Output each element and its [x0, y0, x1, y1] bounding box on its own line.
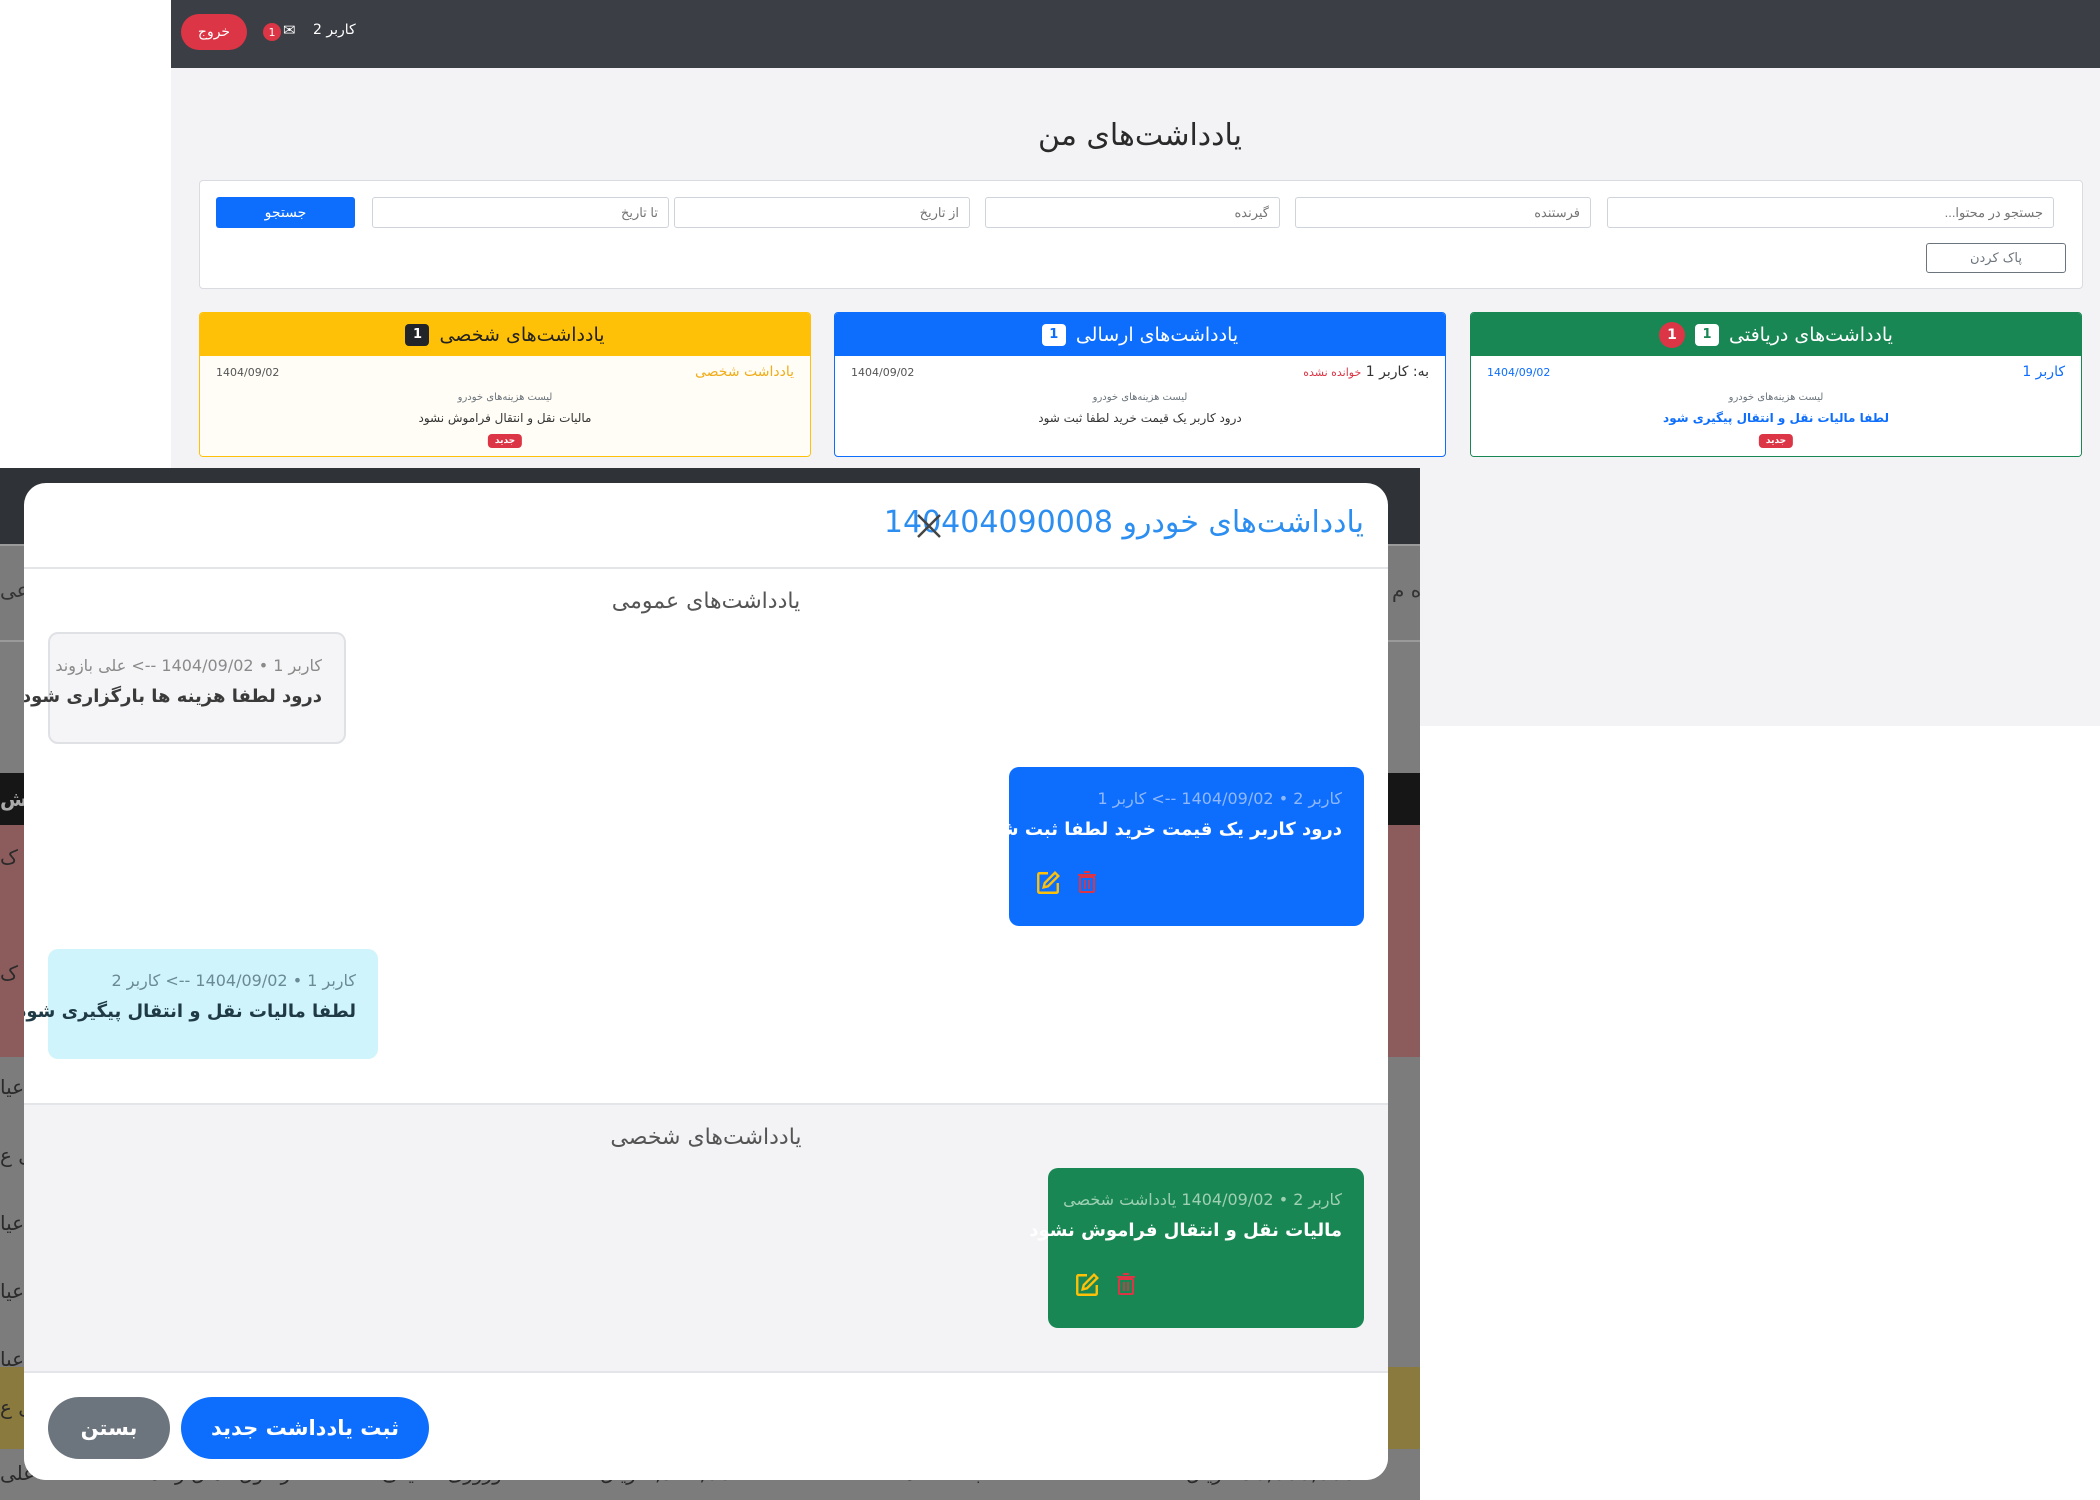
note-meta: کاربر 2 • 1404/09/02 یادداشت شخصی — [1063, 1190, 1342, 1209]
note-body: لطفا مالیات نقل و انتقال پیگیری شود — [1663, 411, 1889, 425]
edit-icon[interactable] — [1074, 1272, 1100, 1298]
personal-notes-column: یادداشت‌های شخصی 1 یادداشت شخصی 1404/09/… — [199, 312, 811, 457]
received-notes-column: یادداشت‌های دریافتی 1 1 کاربر 1 1404/09/… — [1470, 312, 2082, 457]
sender-filter-input[interactable] — [1295, 197, 1591, 228]
unread-status: خوانده نشده — [1303, 366, 1362, 379]
content-search-input[interactable] — [1607, 197, 2054, 228]
received-column-title: یادداشت‌های دریافتی — [1729, 323, 1893, 346]
note-text: لطفا مالیات نقل و انتقال پیگیری شود — [24, 1001, 356, 1022]
note-bubble: کاربر 1 • 1404/09/02 --> علی بازوند درود… — [24, 632, 346, 744]
logout-button[interactable]: خروج — [181, 14, 247, 50]
background-text: ه م — [1392, 578, 1420, 602]
mail-count-badge: 1 — [263, 23, 281, 41]
close-modal-button[interactable]: بستن — [48, 1397, 170, 1459]
new-badge: جدید — [1758, 434, 1794, 448]
note-actions — [1074, 1272, 1138, 1298]
modal-header: یادداشت‌های خودرو 140404090008 — [24, 483, 1388, 569]
sent-count-badge: 1 — [1041, 323, 1066, 346]
note-actions — [1035, 870, 1099, 896]
note-body: مالیات نقل و انتقال فراموش نشود — [418, 411, 592, 425]
note-subject: لیست هزینه‌های خودرو — [1728, 392, 1824, 403]
edit-icon[interactable] — [1035, 870, 1061, 896]
mail-icon[interactable]: ✉ — [283, 21, 296, 39]
trash-icon[interactable] — [1075, 870, 1099, 894]
personal-column-title: یادداشت‌های شخصی — [439, 323, 605, 346]
search-button[interactable]: جستجو — [216, 197, 355, 228]
car-notes-modal: یادداشت‌های خودرو 140404090008 یادداشت‌ه… — [24, 483, 1388, 1480]
trash-icon[interactable] — [1114, 1272, 1138, 1296]
note-body: درود کاربر یک قیمت خرید لطفا ثبت شود — [1038, 411, 1242, 425]
personal-column-header: یادداشت‌های شخصی 1 — [200, 313, 810, 356]
new-badge: جدید — [487, 434, 523, 448]
note-meta: کاربر 2 • 1404/09/02 --> کاربر 1 — [1097, 789, 1342, 808]
received-column-header: یادداشت‌های دریافتی 1 1 — [1471, 313, 2081, 356]
received-count-badge: 1 — [1695, 323, 1720, 346]
sent-notes-column: یادداشت‌های ارسالی 1 به: کاربر 1 خوانده … — [834, 312, 1446, 457]
personal-note-bubble: کاربر 2 • 1404/09/02 یادداشت شخصی مالیات… — [1029, 1168, 1364, 1328]
top-navbar: خروج 1 ✉ کاربر 2 — [171, 0, 2100, 68]
sent-column-header: یادداشت‌های ارسالی 1 — [835, 313, 1445, 356]
note-text: درود لطفا هزینه ها بارگزاری شود — [24, 686, 322, 707]
note-meta: کاربر 1 • 1404/09/02 --> علی بازوند — [55, 656, 322, 675]
to-date-input[interactable] — [372, 197, 669, 228]
user-name[interactable]: کاربر 2 — [313, 22, 356, 38]
from-date-input[interactable] — [674, 197, 970, 228]
sent-note-card[interactable]: به: کاربر 1 خوانده نشده 1404/09/02 لیست … — [835, 356, 1445, 456]
public-notes-section-title: یادداشت‌های عمومی — [611, 589, 801, 614]
note-text: مالیات نقل و انتقال فراموش نشود — [1029, 1220, 1342, 1241]
note-date: 1404/09/02 — [1487, 366, 1551, 379]
filter-panel: جستجو پاک کردن — [199, 180, 2083, 289]
new-note-button[interactable]: ثبت یادداشت جدید — [181, 1397, 429, 1459]
note-recipient: به: کاربر 1 خوانده نشده — [1303, 364, 1429, 380]
note-label: یادداشت شخصی — [694, 364, 794, 380]
personal-note-card[interactable]: یادداشت شخصی 1404/09/02 لیست هزینه‌های خ… — [200, 356, 810, 456]
note-bubble-own: کاربر 2 • 1404/09/02 --> کاربر 1 درود کا… — [980, 767, 1364, 926]
close-icon[interactable] — [914, 511, 944, 541]
clear-filters-button[interactable]: پاک کردن — [1926, 243, 2066, 273]
receiver-filter-input[interactable] — [985, 197, 1280, 228]
note-subject: لیست هزینه‌های خودرو — [457, 392, 553, 403]
personal-notes-section-title: یادداشت‌های شخصی — [610, 1125, 802, 1150]
received-unread-badge: 1 — [1659, 321, 1686, 348]
sent-column-title: یادداشت‌های ارسالی — [1075, 323, 1239, 346]
personal-count-badge: 1 — [405, 323, 430, 346]
note-date: 1404/09/02 — [216, 366, 280, 379]
note-sender: کاربر 1 — [2022, 364, 2065, 380]
note-subject: لیست هزینه‌های خودرو — [1092, 392, 1188, 403]
modal-footer: بستن ثبت یادداشت جدید — [24, 1371, 1388, 1480]
note-meta: کاربر 1 • 1404/09/02 --> کاربر 2 — [111, 971, 356, 990]
received-note-card[interactable]: کاربر 1 1404/09/02 لیست هزینه‌های خودرو … — [1471, 356, 2081, 456]
modal-title: یادداشت‌های خودرو 140404090008 — [883, 505, 1364, 540]
page-title: یادداشت‌های من — [1037, 118, 1243, 153]
note-date: 1404/09/02 — [851, 366, 915, 379]
note-text: درود کاربر یک قیمت خرید لطفا ثبت شود — [980, 819, 1342, 840]
note-bubble: کاربر 1 • 1404/09/02 --> کاربر 2 لطفا ما… — [24, 949, 378, 1059]
